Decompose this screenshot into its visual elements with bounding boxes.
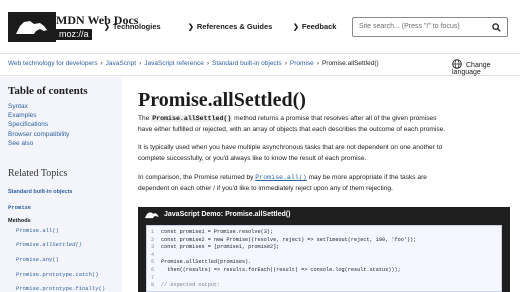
code-editor[interactable]: 1 const promise1 = Promise.resolve(3); 2 co… bbox=[146, 225, 502, 292]
method-link[interactable]: Promise.any() bbox=[16, 256, 59, 263]
breadcrumb-link[interactable]: Promise bbox=[290, 60, 314, 67]
nav-label: Feedback bbox=[301, 22, 337, 31]
comparison-text: may be more appropriate if the tasks are bbox=[306, 174, 427, 181]
nav-label: References & Guides bbox=[196, 22, 273, 31]
nav-references-guides[interactable]: ❯ References & Guides bbox=[188, 22, 272, 31]
change-language-button[interactable]: Change language bbox=[452, 59, 520, 76]
toc-item-specifications[interactable]: Specifications bbox=[8, 120, 69, 129]
search-placeholder: Site search... (Press "/" to focus) bbox=[359, 23, 460, 30]
breadcrumb-bar: Web technology for developers › JavaScript… bbox=[0, 54, 520, 76]
search-icon[interactable] bbox=[492, 23, 501, 32]
code-line: 7 bbox=[151, 275, 416, 283]
code-line: 5 Promise.allSettled(promises). bbox=[151, 259, 416, 267]
toc-item-examples[interactable]: Examples bbox=[8, 111, 69, 120]
breadcrumb-current: Promise.allSettled() bbox=[321, 60, 379, 67]
mdn-logo[interactable] bbox=[8, 12, 56, 42]
breadcrumb-link[interactable]: Standard built-in objects bbox=[212, 60, 282, 67]
chevron-right-icon: › bbox=[139, 60, 142, 67]
interactive-demo: JavaScript Demo: Promise.allSettled() 1c… bbox=[138, 207, 510, 292]
intro-paragraph: The Promise.allSettled() method returns … bbox=[138, 113, 506, 135]
method-link[interactable]: Promise.prototype.finally() bbox=[16, 285, 105, 292]
line-number: 6 bbox=[151, 266, 155, 273]
mozilla-wordmark[interactable]: moz://a bbox=[56, 29, 92, 40]
sidebar: Table of contents Syntax Examples Specif… bbox=[0, 77, 122, 292]
line-number: 7 bbox=[151, 274, 155, 281]
comparison-line2: dependent on each other / if you'd like … bbox=[138, 185, 393, 192]
code-text: const promise2 = new Promise((resolve, r… bbox=[161, 236, 417, 243]
inline-code: Promise.allSettled() bbox=[151, 115, 233, 122]
line-number: 1 bbox=[151, 229, 155, 235]
code-line: 1 const promise1 = Promise.resolve(3); bbox=[151, 229, 416, 237]
chevron-right-icon: › bbox=[100, 60, 103, 67]
code-text: then((results) => results.forEach((resul… bbox=[161, 266, 401, 273]
intro-text: method returns a promise that resolves a… bbox=[232, 115, 437, 122]
chevron-right-icon: › bbox=[206, 60, 209, 67]
toc-item-browser-compatibility[interactable]: Browser compatibility bbox=[8, 130, 69, 139]
code-comment: // expected output: bbox=[161, 282, 221, 289]
line-number: 4 bbox=[151, 251, 155, 258]
promise-all-link[interactable]: Promise.all() bbox=[255, 174, 306, 181]
chevron-right-icon: ❯ bbox=[293, 24, 299, 31]
code-text: Promise.allSettled(promises). bbox=[161, 259, 252, 266]
line-number: 8 bbox=[151, 282, 155, 289]
code-line: 3 const promises = [promise1, promise2]; bbox=[151, 244, 416, 252]
code-line: 6 then((results) => results.forEach((res… bbox=[151, 267, 416, 275]
related-topics-title: Related Topics bbox=[8, 168, 68, 179]
code-line: 2 const promise2 = new Promise((resolve, … bbox=[151, 237, 416, 245]
method-link[interactable]: Promise.prototype.catch() bbox=[16, 271, 99, 278]
usage-line2: complete successfully, or you'd always l… bbox=[138, 155, 367, 162]
code-text: const promises = [promise1, promise2]; bbox=[161, 244, 280, 251]
methods-heading: Methods bbox=[8, 218, 31, 224]
breadcrumb: Web technology for developers › JavaScript… bbox=[8, 60, 379, 67]
toc-item-see-also[interactable]: See also bbox=[8, 139, 69, 148]
toc-item-syntax[interactable]: Syntax bbox=[8, 102, 69, 111]
code-block[interactable]: 1 const promise1 = Promise.resolve(3); 2 co… bbox=[151, 229, 416, 290]
chevron-right-icon: ❯ bbox=[104, 24, 110, 31]
line-number: 3 bbox=[151, 244, 155, 251]
toc-title: Table of contents bbox=[8, 85, 88, 97]
line-number: 2 bbox=[151, 236, 155, 243]
usage-paragraph: It is typically used when you have multi… bbox=[138, 142, 506, 164]
nav-feedback[interactable]: ❯ Feedback bbox=[293, 22, 336, 31]
globe-icon bbox=[452, 59, 462, 69]
related-standard-objects-link[interactable]: Standard built-in objects bbox=[8, 189, 72, 195]
method-link[interactable]: Promise.all() bbox=[16, 227, 59, 234]
comparison-text: In comparison, the Promise returned by bbox=[138, 174, 256, 181]
chevron-right-icon: › bbox=[316, 60, 319, 67]
toc-list: Syntax Examples Specifications Browser c… bbox=[8, 102, 69, 148]
intro-the: The bbox=[138, 115, 152, 122]
demo-header: JavaScript Demo: Promise.allSettled() bbox=[138, 207, 510, 223]
related-promise-link[interactable]: Promise bbox=[8, 204, 31, 211]
code-text: const promise1 = Promise.resolve(3); bbox=[161, 229, 274, 235]
code-line: 8 // expected output: bbox=[151, 282, 416, 290]
nav-label: Technologies bbox=[112, 22, 161, 31]
code-line: 4 bbox=[151, 252, 416, 260]
dinosaur-icon bbox=[144, 212, 159, 219]
demo-title: JavaScript Demo: Promise.allSettled() bbox=[164, 211, 291, 218]
intro-text-line2: have either fulfilled or rejected, with … bbox=[138, 126, 446, 133]
page-title: Promise.allSettled() bbox=[138, 89, 306, 111]
breadcrumb-link[interactable]: JavaScript bbox=[106, 60, 136, 67]
breadcrumb-link[interactable]: Web technology for developers bbox=[8, 60, 98, 67]
search-input[interactable]: Site search... (Press "/" to focus) bbox=[352, 17, 508, 37]
method-link-active[interactable]: Promise.allSettled() bbox=[16, 241, 82, 248]
chevron-right-icon: ❯ bbox=[188, 24, 194, 31]
breadcrumb-link[interactable]: JavaScript reference bbox=[144, 60, 204, 67]
chevron-right-icon: › bbox=[284, 60, 287, 67]
dinosaur-icon bbox=[16, 21, 47, 34]
line-number: 5 bbox=[151, 259, 155, 266]
nav-technologies[interactable]: ❯ Technologies bbox=[104, 22, 161, 31]
comparison-paragraph: In comparison, the Promise returned by P… bbox=[138, 172, 506, 194]
usage-line1: It is typically used when you have multi… bbox=[138, 144, 443, 151]
site-header: MDN Web Docs moz://a ❯ Technologies ❯ Refe… bbox=[0, 0, 520, 54]
